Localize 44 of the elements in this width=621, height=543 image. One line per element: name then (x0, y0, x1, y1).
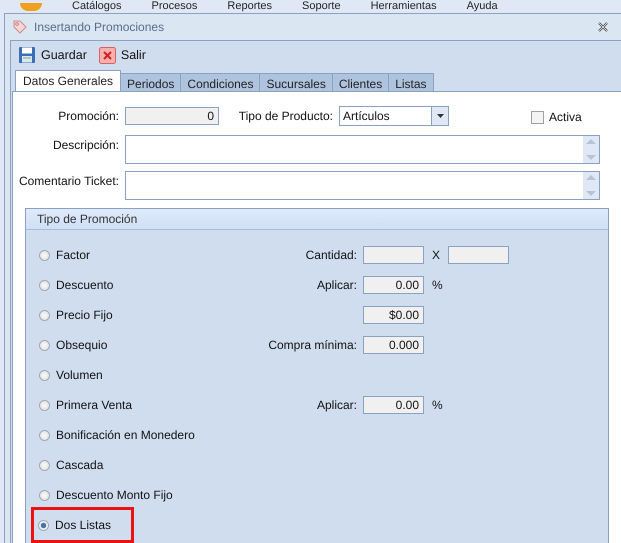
menu-item[interactable]: Procesos (152, 0, 198, 13)
number-field[interactable]: 0 (125, 107, 219, 125)
radio-label: Dos Listas (55, 518, 112, 532)
menu-item[interactable]: Ayuda (466, 0, 498, 13)
field-label: Comentario Ticket: (18, 174, 119, 188)
tab[interactable]: Clientes (332, 73, 390, 91)
tab[interactable]: Listas (388, 73, 434, 91)
radio-label: Volumen (56, 368, 103, 382)
field-label: Aplicar: (316, 398, 357, 412)
radio-label: Precio Fijo (56, 308, 113, 322)
tab[interactable]: Datos Generales (15, 70, 122, 91)
field-label: Compra mínima: (268, 338, 357, 352)
window-title: Insertando Promociones (34, 20, 166, 34)
radio-label: Bonificación en Monedero (56, 428, 195, 442)
separator-text: X (432, 248, 440, 262)
menu-item[interactable]: Reportes (227, 0, 272, 13)
radio-label: Primera Venta (56, 398, 132, 412)
radio-label: Obsequio (56, 338, 108, 352)
number-field[interactable]: 0.00 (363, 276, 424, 294)
field-label: Tipo de Producto: (238, 109, 333, 123)
radio-label: Descuento Monto Fijo (56, 488, 173, 502)
field-label: Aplicar: (316, 278, 357, 292)
group-title: Tipo de Promoción (26, 209, 608, 230)
radio-label: Cascada (56, 458, 104, 472)
menu-item[interactable]: Herramientas (370, 0, 437, 13)
tab[interactable]: Periodos (120, 73, 182, 91)
toolbar-button[interactable]: Guardar (15, 45, 90, 65)
number-field[interactable]: 0.00 (363, 396, 424, 414)
toolbar-button[interactable]: Salir (96, 45, 149, 65)
tab[interactable]: Condiciones (180, 73, 260, 91)
field-label: Promoción: (57, 109, 119, 123)
field-label: Cantidad: (306, 248, 357, 262)
menu-item[interactable]: Soporte (302, 0, 341, 13)
unit-text: % (432, 398, 443, 412)
radio-label: Factor (56, 248, 90, 262)
menu-item[interactable]: Catálogos (72, 0, 122, 13)
tab[interactable]: Sucursales (259, 73, 333, 91)
field-label: Descripción: (52, 138, 119, 152)
number-field[interactable]: $0.00 (363, 306, 424, 324)
unit-text: % (432, 278, 443, 292)
dropdown[interactable]: Artículos (339, 106, 449, 126)
number-field[interactable]: 0.000 (363, 336, 424, 354)
checkbox-label: Activa (549, 110, 582, 124)
radio-label: Descuento (56, 278, 114, 292)
